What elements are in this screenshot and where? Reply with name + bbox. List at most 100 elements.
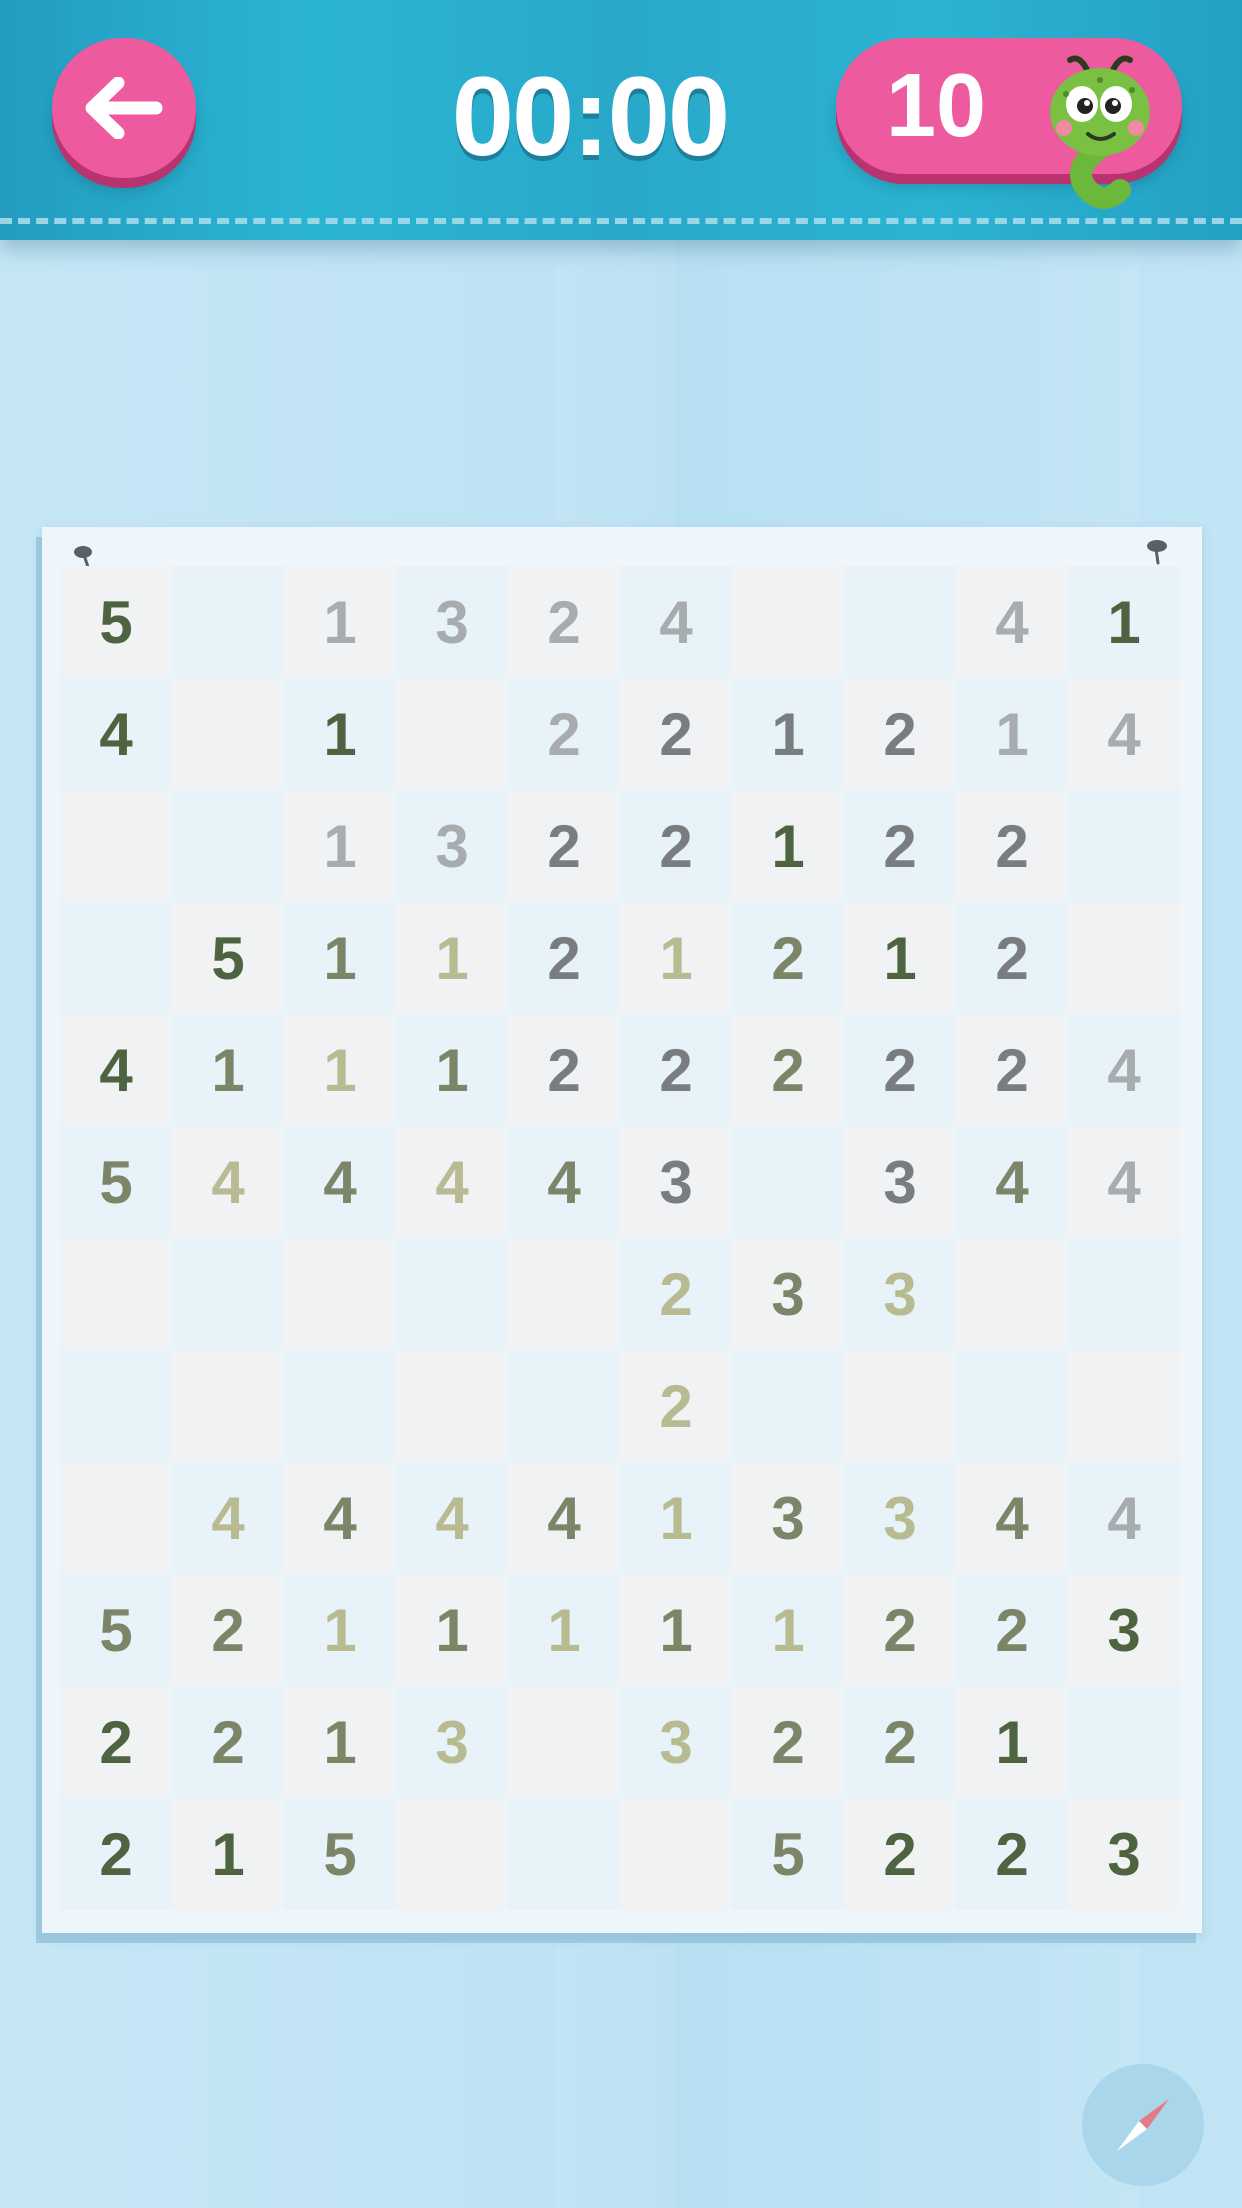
grid-cell[interactable]: 1 — [732, 678, 844, 790]
grid-cell[interactable]: 1 — [284, 790, 396, 902]
grid-cell[interactable] — [732, 1350, 844, 1462]
grid-cell[interactable]: 1 — [284, 1014, 396, 1126]
grid-cell[interactable] — [508, 1686, 620, 1798]
grid-cell[interactable]: 1 — [284, 678, 396, 790]
grid-cell[interactable] — [844, 1350, 956, 1462]
grid-cell[interactable]: 4 — [172, 1462, 284, 1574]
grid-cell[interactable] — [508, 1798, 620, 1910]
grid-cell[interactable]: 4 — [60, 678, 172, 790]
grid-cell[interactable]: 4 — [1068, 1126, 1180, 1238]
grid-cell[interactable] — [396, 1238, 508, 1350]
grid-cell[interactable]: 2 — [732, 902, 844, 1014]
grid-cell[interactable]: 1 — [732, 790, 844, 902]
grid-cell[interactable] — [284, 1350, 396, 1462]
grid-cell[interactable] — [732, 1126, 844, 1238]
grid-cell[interactable]: 3 — [620, 1686, 732, 1798]
grid-cell[interactable] — [60, 902, 172, 1014]
grid-cell[interactable] — [60, 790, 172, 902]
grid-cell[interactable]: 2 — [732, 1014, 844, 1126]
grid-cell[interactable]: 4 — [620, 566, 732, 678]
grid-cell[interactable] — [284, 1238, 396, 1350]
grid-cell[interactable]: 2 — [620, 678, 732, 790]
grid-cell[interactable]: 3 — [844, 1126, 956, 1238]
grid-cell[interactable]: 1 — [844, 902, 956, 1014]
grid-cell[interactable] — [956, 1238, 1068, 1350]
grid-cell[interactable]: 2 — [844, 1574, 956, 1686]
grid-cell[interactable]: 3 — [844, 1462, 956, 1574]
grid-cell[interactable]: 2 — [844, 678, 956, 790]
grid-cell[interactable]: 2 — [508, 678, 620, 790]
grid-cell[interactable]: 4 — [172, 1126, 284, 1238]
grid-cell[interactable]: 1 — [172, 1014, 284, 1126]
back-button[interactable] — [52, 38, 196, 178]
grid-cell[interactable]: 2 — [620, 1350, 732, 1462]
grid-cell[interactable]: 3 — [732, 1462, 844, 1574]
grid-cell[interactable]: 5 — [172, 902, 284, 1014]
hint-button[interactable] — [1082, 2064, 1204, 2186]
grid-cell[interactable] — [732, 566, 844, 678]
grid-cell[interactable]: 1 — [396, 1574, 508, 1686]
grid-cell[interactable]: 2 — [956, 1798, 1068, 1910]
grid-cell[interactable]: 5 — [60, 1574, 172, 1686]
grid-cell[interactable]: 4 — [284, 1126, 396, 1238]
grid-cell[interactable]: 2 — [844, 790, 956, 902]
grid-cell[interactable]: 5 — [60, 566, 172, 678]
grid-cell[interactable]: 2 — [172, 1574, 284, 1686]
grid-cell[interactable]: 1 — [620, 1462, 732, 1574]
grid-cell[interactable]: 2 — [956, 902, 1068, 1014]
grid-cell[interactable]: 4 — [60, 1014, 172, 1126]
grid-cell[interactable] — [1068, 1686, 1180, 1798]
grid-cell[interactable] — [844, 566, 956, 678]
grid-cell[interactable] — [396, 1798, 508, 1910]
grid-cell[interactable] — [956, 1350, 1068, 1462]
grid-cell[interactable]: 1 — [732, 1574, 844, 1686]
grid-cell[interactable]: 2 — [60, 1798, 172, 1910]
grid-cell[interactable]: 1 — [956, 1686, 1068, 1798]
grid-cell[interactable] — [620, 1798, 732, 1910]
grid-cell[interactable]: 1 — [620, 1574, 732, 1686]
grid-cell[interactable]: 1 — [396, 1014, 508, 1126]
grid-cell[interactable] — [396, 678, 508, 790]
grid-cell[interactable]: 4 — [508, 1462, 620, 1574]
grid-cell[interactable]: 2 — [956, 1574, 1068, 1686]
grid-cell[interactable]: 5 — [732, 1798, 844, 1910]
grid-cell[interactable]: 2 — [508, 790, 620, 902]
grid-cell[interactable] — [172, 790, 284, 902]
grid-cell[interactable]: 2 — [60, 1686, 172, 1798]
grid-cell[interactable]: 3 — [844, 1238, 956, 1350]
grid-cell[interactable] — [60, 1238, 172, 1350]
grid-cell[interactable]: 2 — [620, 1014, 732, 1126]
grid-cell[interactable]: 3 — [396, 566, 508, 678]
grid-cell[interactable]: 4 — [1068, 1014, 1180, 1126]
grid-cell[interactable]: 2 — [956, 1014, 1068, 1126]
grid-cell[interactable]: 1 — [956, 678, 1068, 790]
grid-cell[interactable]: 2 — [956, 790, 1068, 902]
grid-cell[interactable]: 3 — [396, 1686, 508, 1798]
grid-cell[interactable] — [1068, 1350, 1180, 1462]
grid-cell[interactable] — [396, 1350, 508, 1462]
grid-cell[interactable]: 5 — [60, 1126, 172, 1238]
grid-cell[interactable]: 2 — [620, 790, 732, 902]
grid-cell[interactable] — [60, 1350, 172, 1462]
grid-cell[interactable]: 5 — [284, 1798, 396, 1910]
grid-cell[interactable]: 3 — [732, 1238, 844, 1350]
grid-cell[interactable]: 2 — [844, 1014, 956, 1126]
grid-cell[interactable]: 1 — [396, 902, 508, 1014]
grid-cell[interactable]: 4 — [396, 1462, 508, 1574]
grid-cell[interactable]: 4 — [284, 1462, 396, 1574]
grid-cell[interactable]: 3 — [620, 1126, 732, 1238]
grid-cell[interactable] — [172, 1238, 284, 1350]
grid-cell[interactable]: 2 — [844, 1798, 956, 1910]
grid-cell[interactable]: 4 — [1068, 678, 1180, 790]
grid-cell[interactable] — [1068, 790, 1180, 902]
grid-cell[interactable] — [508, 1350, 620, 1462]
grid-cell[interactable]: 3 — [1068, 1798, 1180, 1910]
grid-cell[interactable] — [172, 1350, 284, 1462]
grid-cell[interactable]: 2 — [620, 1238, 732, 1350]
grid-cell[interactable]: 1 — [1068, 566, 1180, 678]
grid-cell[interactable]: 2 — [508, 1014, 620, 1126]
grid-cell[interactable]: 4 — [956, 566, 1068, 678]
grid-cell[interactable]: 4 — [956, 1462, 1068, 1574]
grid-cell[interactable]: 2 — [508, 902, 620, 1014]
grid-cell[interactable]: 4 — [396, 1126, 508, 1238]
